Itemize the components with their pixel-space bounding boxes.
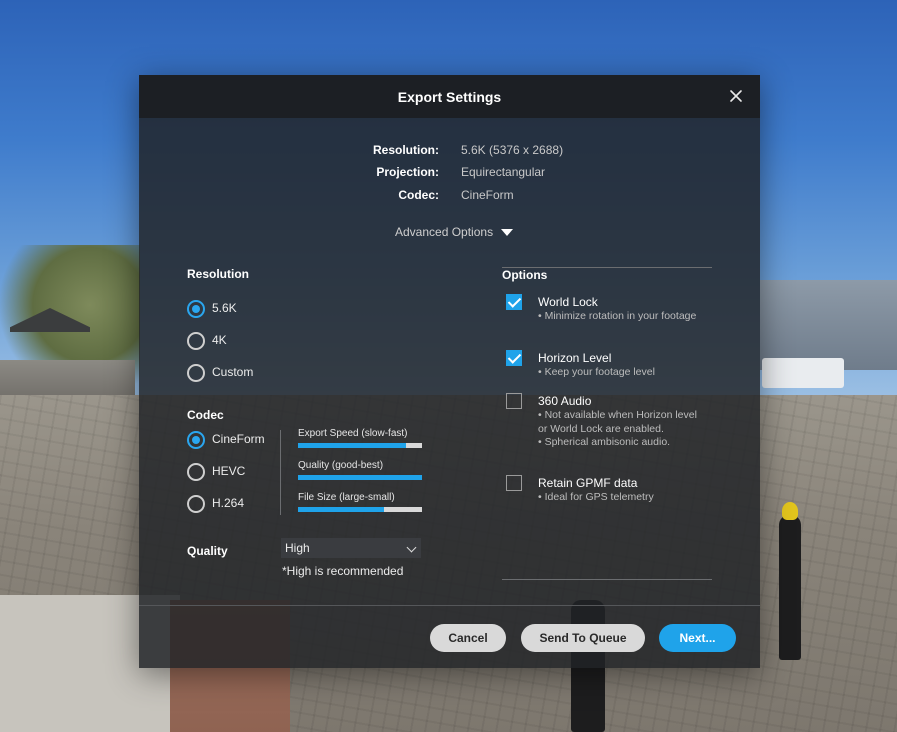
radio-label: HEVC <box>212 464 246 478</box>
next-button[interactable]: Next... <box>659 624 736 652</box>
summary-value: Equirectangular <box>461 165 546 179</box>
caret-down-icon <box>501 229 514 237</box>
radio-label: 5.6K <box>212 301 237 315</box>
summary-label: Codec: <box>398 188 439 202</box>
radio-selected-icon <box>187 300 205 318</box>
option-title: World Lock <box>538 295 598 309</box>
radio-label: 4K <box>212 333 227 347</box>
options-top-divider <box>502 267 712 268</box>
advanced-options-label: Advanced Options <box>395 225 494 239</box>
meter-file-size: File Size (large-small) <box>298 492 422 512</box>
summary-label: Projection: <box>376 165 439 179</box>
radio-icon <box>187 332 205 350</box>
summary-label: Resolution: <box>373 143 439 157</box>
bollard <box>779 515 801 660</box>
title-bar: Export Settings <box>139 75 760 118</box>
retain-gpmf-checkbox[interactable] <box>506 475 522 491</box>
options-bottom-divider <box>502 579 712 580</box>
radio-label: H.264 <box>212 496 245 510</box>
summary-value: CineForm <box>461 188 514 202</box>
options-heading: Options <box>502 268 548 282</box>
quality-hint: *High is recommended <box>282 564 404 578</box>
meter-export-speed: Export Speed (slow-fast) <box>298 428 422 448</box>
dialog-title: Export Settings <box>397 89 502 105</box>
bus <box>762 358 844 388</box>
advanced-options-toggle[interactable]: Advanced Options <box>395 225 514 239</box>
radio-icon <box>187 495 205 513</box>
meter-quality: Quality (good-best) <box>298 460 422 480</box>
footer-divider <box>139 605 760 606</box>
meter-track <box>298 507 422 512</box>
summary-row-resolution: Resolution: 5.6K (5376 x 2688) <box>139 143 760 159</box>
cancel-button[interactable]: Cancel <box>430 624 506 652</box>
quality-select-value: High <box>285 541 310 555</box>
send-to-queue-button[interactable]: Send To Queue <box>521 624 645 652</box>
option-description: • Not available when Horizon level or Wo… <box>538 409 697 448</box>
radio-selected-icon <box>187 431 205 449</box>
building <box>760 280 897 370</box>
summary-value: 5.6K (5376 x 2688) <box>461 143 564 157</box>
summary-row-codec: Codec: CineForm <box>139 188 760 204</box>
option-title: Horizon Level <box>538 351 612 365</box>
radio-label: CineForm <box>212 432 265 446</box>
horizon-level-checkbox[interactable] <box>506 350 522 366</box>
option-description: • Ideal for GPS telemetry <box>538 491 654 503</box>
option-title: Retain GPMF data <box>538 476 638 490</box>
radio-icon <box>187 364 205 382</box>
close-icon[interactable] <box>726 86 746 106</box>
radio-icon <box>187 463 205 481</box>
codec-heading: Codec <box>187 408 224 422</box>
meter-track <box>298 475 422 480</box>
quality-select[interactable]: High <box>281 538 421 558</box>
option-description: • Keep your footage level <box>538 366 655 378</box>
bollard-cap <box>782 502 798 520</box>
radio-label: Custom <box>212 365 254 379</box>
meter-label: Export Speed (slow-fast) <box>298 428 408 439</box>
resolution-heading: Resolution <box>187 267 249 281</box>
meter-fill <box>298 443 406 448</box>
option-description: • Minimize rotation in your footage <box>538 310 697 322</box>
option-title: 360 Audio <box>538 394 592 408</box>
meter-label: Quality (good-best) <box>298 460 384 471</box>
meter-label: File Size (large-small) <box>298 492 395 503</box>
codec-divider <box>280 430 281 515</box>
chevron-down-icon <box>406 542 417 553</box>
export-settings-dialog: Export Settings Resolution: 5.6K (5376 x… <box>139 75 760 668</box>
meter-track <box>298 443 422 448</box>
meter-fill <box>298 507 384 512</box>
quality-label: Quality <box>187 544 228 558</box>
meter-fill <box>298 475 422 480</box>
360-audio-checkbox[interactable] <box>506 393 522 409</box>
world-lock-checkbox[interactable] <box>506 294 522 310</box>
summary-row-projection: Projection: Equirectangular <box>139 165 760 181</box>
